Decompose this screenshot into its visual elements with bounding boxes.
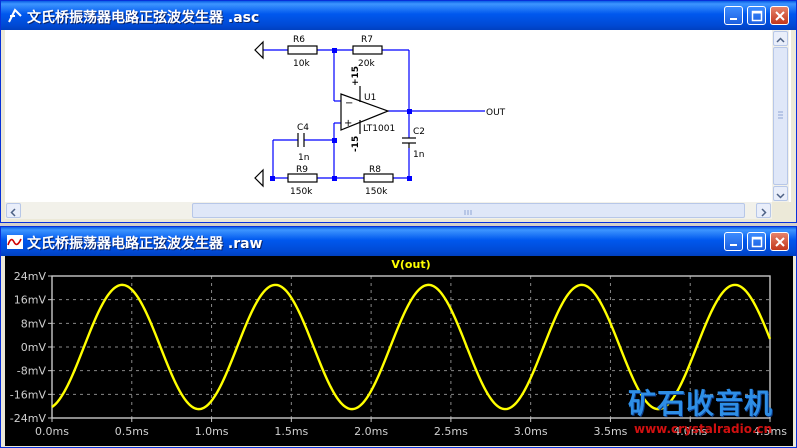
minimize-icon	[730, 244, 737, 246]
u1-name: U1	[364, 93, 376, 103]
schematic-canvas[interactable]: − + R6 10k R7 20k C4 1n R9 150k R8 150k …	[5, 30, 791, 202]
arrow-up-icon	[776, 37, 785, 43]
schematic-horizontal-scrollbar[interactable]	[5, 202, 772, 219]
c4-value: 1n	[298, 153, 309, 163]
y-tick-label: 0mV	[21, 341, 47, 354]
y-tick-label: -24mV	[10, 412, 47, 425]
c2-name: C2	[413, 127, 425, 137]
maximize-button[interactable]	[747, 232, 766, 251]
maximize-button[interactable]	[747, 6, 766, 25]
waveform-title-bar[interactable]: 文氏桥振荡器电路正弦波发生器 .raw	[1, 227, 796, 256]
minimize-icon	[730, 18, 737, 20]
arrow-right-icon	[761, 208, 767, 217]
x-tick-label: 3.5ms	[593, 425, 627, 438]
x-tick-label: 0.5ms	[115, 425, 149, 438]
x-tick-label: 3.0ms	[514, 425, 548, 438]
r6-value: 10k	[293, 59, 310, 69]
x-tick-label: 1.5ms	[274, 425, 308, 438]
scroll-left-button[interactable]	[6, 203, 21, 218]
r6-name: R6	[293, 35, 305, 45]
close-icon	[775, 11, 785, 21]
x-tick-label: 2.0ms	[354, 425, 388, 438]
grip-icon	[778, 111, 783, 119]
close-button[interactable]	[770, 6, 789, 25]
watermark-brand: 矿石收音机	[628, 387, 774, 420]
minimize-button[interactable]	[724, 232, 743, 251]
scroll-down-button[interactable]	[773, 186, 788, 201]
y-tick-label: -16mV	[10, 388, 47, 401]
scroll-right-button[interactable]	[756, 203, 771, 218]
x-tick-label: 2.5ms	[434, 425, 468, 438]
x-tick-label: 0.0ms	[35, 425, 69, 438]
scroll-up-button[interactable]	[773, 31, 788, 46]
waveform-window-title: 文氏桥振荡器电路正弦波发生器 .raw	[27, 236, 263, 252]
maximize-icon	[751, 10, 763, 22]
vertical-scroll-thumb[interactable]	[773, 47, 788, 185]
maximize-icon	[751, 236, 763, 248]
y-tick-label: 24mV	[14, 270, 47, 283]
supply-neg-label: -15	[351, 136, 361, 152]
schematic-title-bar[interactable]: 文氏桥振荡器电路正弦波发生器 .asc	[1, 1, 796, 30]
r8-name: R8	[369, 165, 381, 175]
y-tick-label: 8mV	[21, 317, 47, 330]
schematic-window: 文氏桥振荡器电路正弦波发生器 .asc − + R6 10k R7 20k C4…	[0, 0, 797, 223]
arrow-left-icon	[10, 208, 16, 217]
y-tick-label: -8mV	[17, 365, 47, 378]
r9-value: 150k	[290, 187, 313, 197]
schematic-vertical-scrollbar[interactable]	[772, 30, 789, 202]
arrow-down-icon	[776, 193, 785, 199]
minimize-button[interactable]	[724, 6, 743, 25]
grip-icon	[464, 210, 472, 215]
r8-value: 150k	[365, 187, 388, 197]
trace-title[interactable]: V(out)	[391, 258, 430, 271]
c2-value: 1n	[413, 150, 424, 160]
horizontal-scroll-thumb[interactable]	[192, 203, 745, 218]
close-button[interactable]	[770, 232, 789, 251]
out-label: OUT	[486, 108, 506, 118]
u1-value: LT1001	[363, 124, 395, 134]
close-icon	[775, 237, 785, 247]
watermark-url: www.crystalradio.cn	[634, 422, 773, 436]
x-tick-label: 1.0ms	[195, 425, 229, 438]
schematic-app-icon	[8, 8, 22, 23]
scrollbar-corner	[772, 202, 789, 219]
schematic-window-title: 文氏桥振荡器电路正弦波发生器 .asc	[27, 10, 260, 26]
r9-name: R9	[296, 165, 308, 175]
waveform-app-icon	[7, 235, 23, 249]
watermark: 矿石收音机 www.crystalradio.cn	[628, 387, 794, 445]
svg-text:−: −	[345, 98, 353, 109]
schematic-drawing: − + R6 10k R7 20k C4 1n R9 150k R8 150k …	[254, 35, 506, 197]
supply-pos-label: +15	[351, 66, 361, 86]
r7-name: R7	[361, 35, 373, 45]
y-tick-label: 16mV	[14, 294, 47, 307]
svg-text:+: +	[344, 118, 352, 129]
c4-name: C4	[297, 123, 309, 133]
